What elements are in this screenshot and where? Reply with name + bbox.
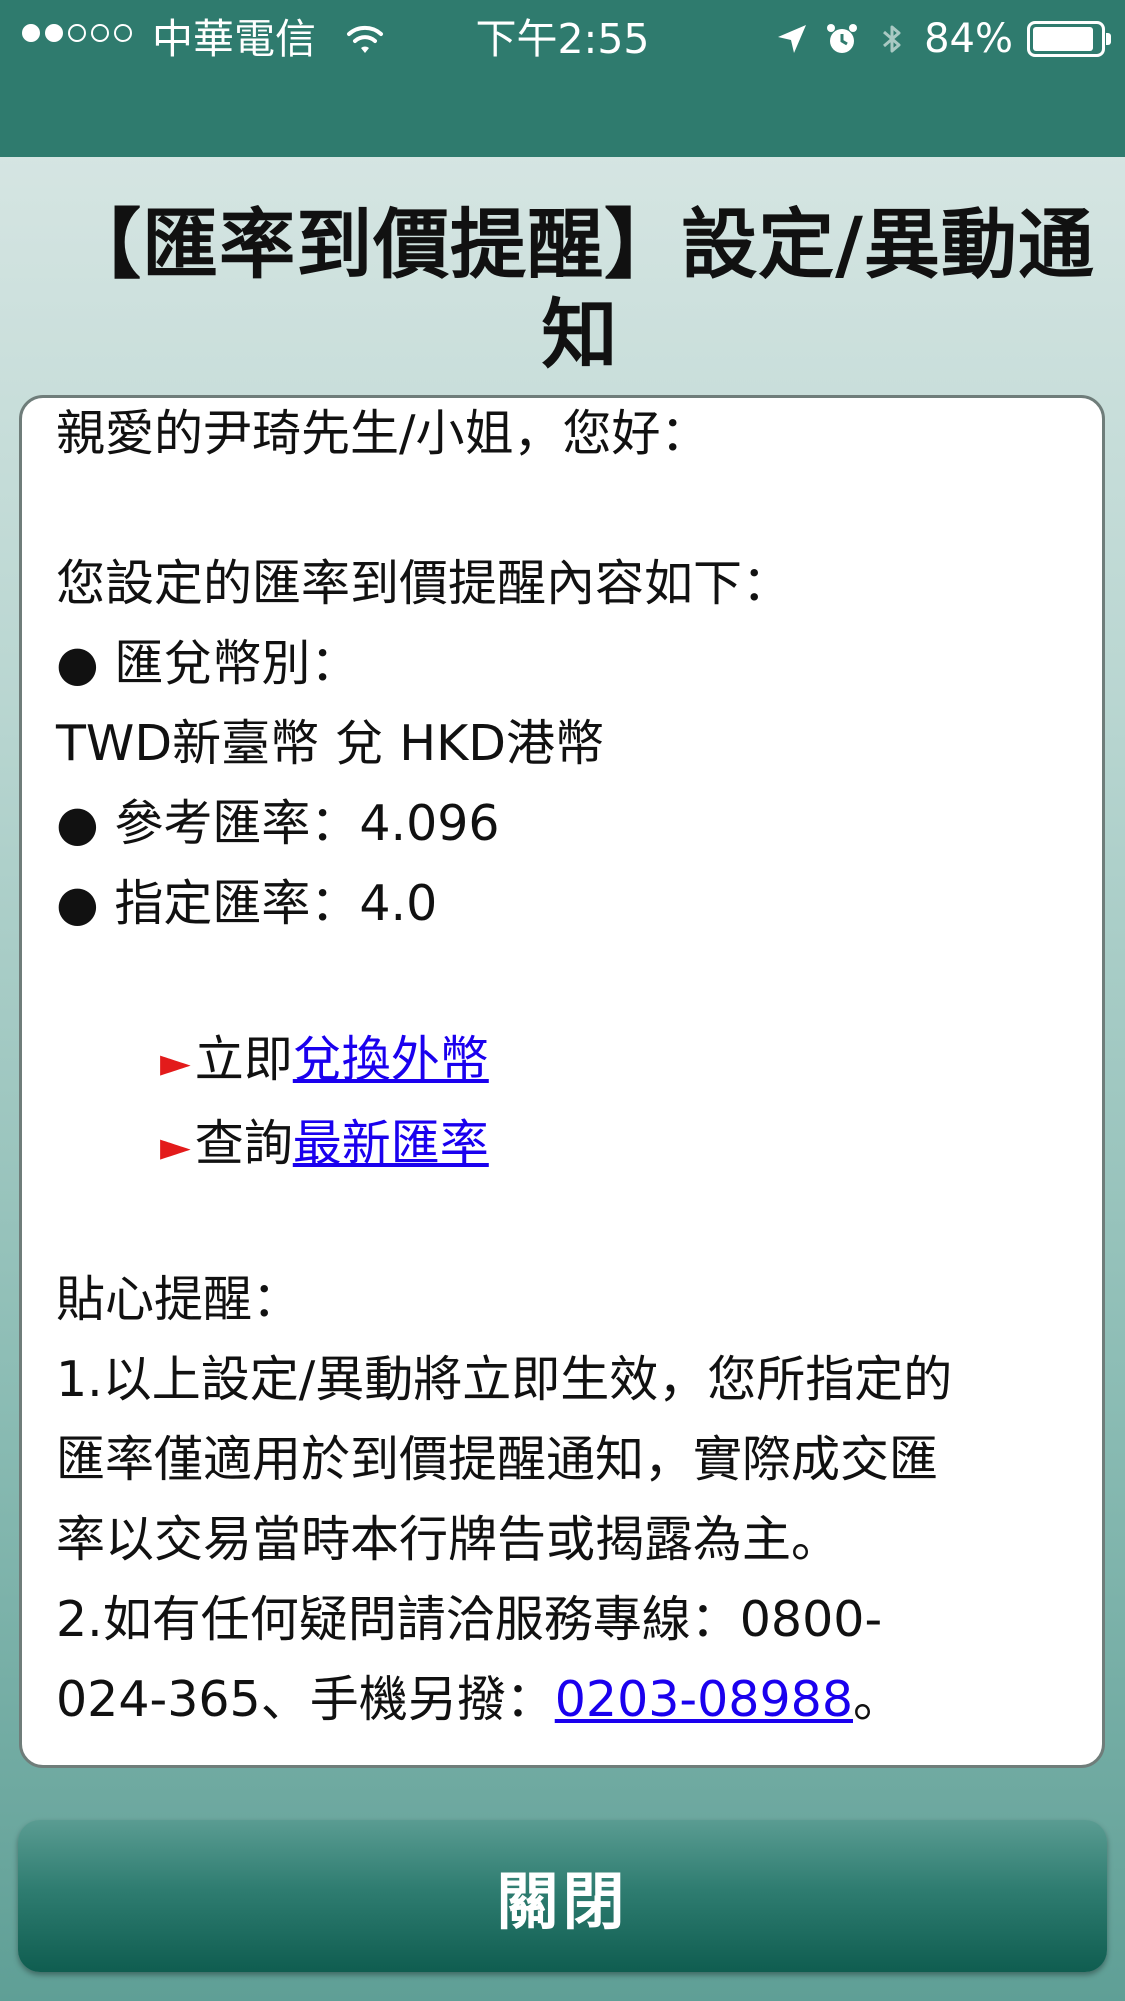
bluetooth-icon [883,25,901,53]
reference-rate: ● 參考匯率：4.096 [56,795,500,852]
exchange-currency-link[interactable]: 兌換外幣 [293,1031,489,1088]
tip2-suffix: 。 [853,1671,903,1728]
rate-link-row: ►查詢最新匯率 [160,1114,489,1177]
arrow-right-icon: ► [160,1040,191,1086]
alarm-clock-icon [827,24,858,53]
greeting-text: 親愛的尹琦先生/小姐，您好： [56,405,710,462]
exchange-link-row: ►立即兌換外幣 [160,1030,489,1093]
currency-label: ● 匯兌幣別： [56,635,360,692]
tip2-line2: 024-365、手機另撥：0203-08988。 [56,1670,902,1730]
tip1-line1: 1.以上設定/異動將立即生效，您所指定的 [56,1351,953,1408]
tip1-line2: 匯率僅適用於到價提醒通知，實際成交匯 [56,1431,939,1488]
link-prefix: 立即 [194,1031,293,1088]
latest-rate-link[interactable]: 最新匯率 [293,1115,489,1172]
page-title: 【匯率到價提醒】設定/異動通知 [65,200,1095,379]
link-prefix: 查詢 [194,1115,293,1172]
tip1-line3: 率以交易當時本行牌告或揭露為主。 [56,1511,841,1568]
tips-heading: 貼心提醒： [56,1271,302,1328]
status-bar: 中華電信 下午2:55 84% [0,0,1125,157]
location-arrow-icon [778,25,807,53]
status-right: 84% [774,14,1111,64]
status-row: 中華電信 下午2:55 84% [0,0,1125,80]
arrow-right-icon: ► [160,1124,191,1170]
close-button[interactable]: 關閉 [18,1820,1107,1972]
mobile-phone-link[interactable]: 0203-08988 [555,1671,853,1728]
currency-value: TWD新臺幣 兌 HKD港幣 [56,715,604,772]
message-card: 親愛的尹琦先生/小姐，您好： 您設定的匯率到價提醒內容如下： ● 匯兌幣別： T… [19,395,1105,1768]
intro-text: 您設定的匯率到價提醒內容如下： [56,555,792,612]
battery-icon [1027,21,1111,57]
tip2-line1: 2.如有任何疑問請洽服務專線：0800- [56,1591,883,1648]
tip2-prefix: 024-365、手機另撥： [56,1671,555,1728]
target-rate: ● 指定匯率：4.0 [56,875,438,932]
battery-percent: 84% [924,16,1013,62]
